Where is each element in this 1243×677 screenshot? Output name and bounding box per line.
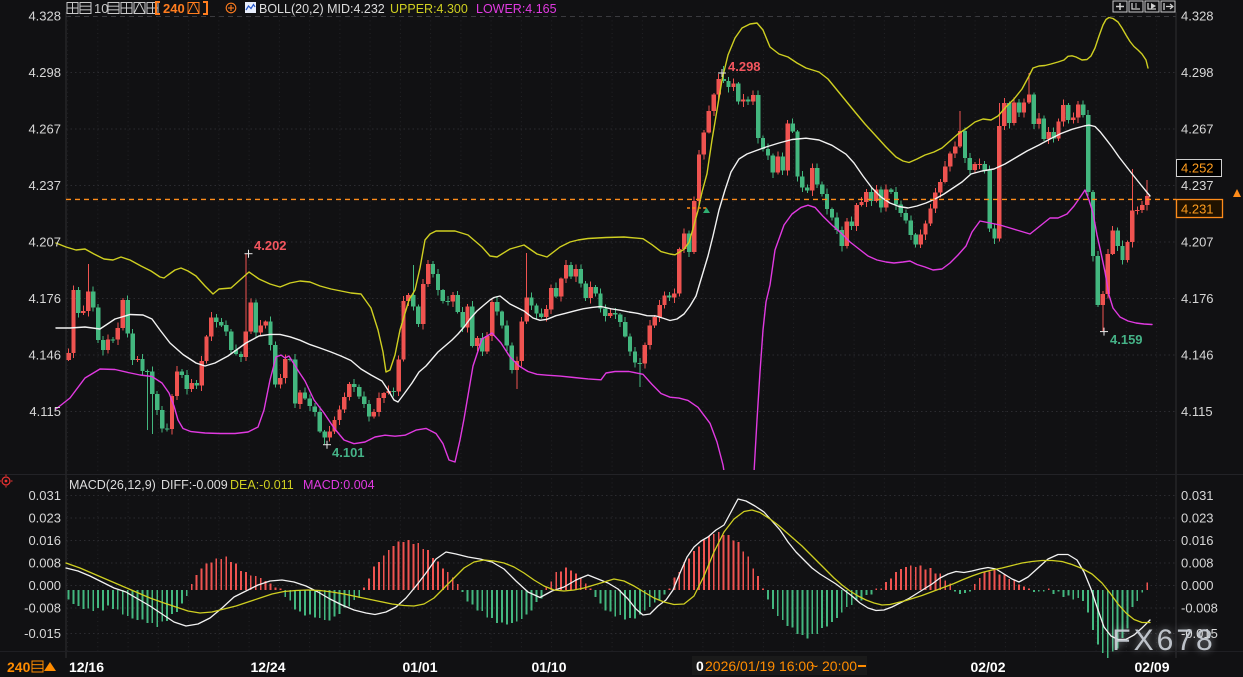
svg-text:02/02: 02/02	[970, 659, 1005, 675]
svg-text:4.298: 4.298	[728, 59, 761, 74]
svg-text:4.298: 4.298	[28, 65, 61, 80]
svg-text:12/16: 12/16	[69, 659, 104, 675]
svg-text:4.237: 4.237	[28, 178, 61, 193]
svg-text:4.267: 4.267	[28, 122, 61, 137]
svg-text:0.016: 0.016	[1181, 533, 1214, 548]
svg-text:MACD:0.004: MACD:0.004	[303, 478, 375, 492]
svg-text:4.202: 4.202	[254, 238, 287, 253]
svg-text:DEA:-0.011: DEA:-0.011	[230, 478, 294, 492]
svg-text:UPPER:4.300: UPPER:4.300	[390, 2, 468, 16]
svg-text:4.159: 4.159	[1110, 332, 1143, 347]
svg-text:~: ~	[810, 658, 818, 674]
svg-text:0.031: 0.031	[28, 488, 61, 503]
svg-text:4.176: 4.176	[28, 291, 61, 306]
svg-text:4.101: 4.101	[332, 445, 365, 460]
svg-text:01/10: 01/10	[531, 659, 566, 675]
svg-text:-0.008: -0.008	[24, 601, 61, 616]
svg-text:4.267: 4.267	[1181, 122, 1214, 137]
svg-text:0.000: 0.000	[28, 578, 61, 593]
svg-text:0.008: 0.008	[1181, 556, 1214, 571]
svg-text:LOWER:4.165: LOWER:4.165	[476, 2, 557, 16]
svg-text:4.146: 4.146	[1181, 348, 1214, 363]
svg-text:0: 0	[696, 658, 704, 674]
svg-text:10: 10	[94, 1, 108, 16]
svg-text:0.031: 0.031	[1181, 488, 1214, 503]
svg-text:01/01: 01/01	[402, 659, 437, 675]
svg-text:4.115: 4.115	[29, 404, 61, 419]
svg-text:-0.008: -0.008	[1181, 601, 1218, 616]
svg-text:4.237: 4.237	[1181, 178, 1214, 193]
svg-text:4.115: 4.115	[1181, 404, 1213, 419]
svg-text:4.231: 4.231	[1181, 202, 1214, 217]
svg-text:FX678: FX678	[1112, 624, 1215, 657]
svg-text:2026/01/19 16:00: 2026/01/19 16:00	[705, 658, 814, 674]
svg-text:-0.015: -0.015	[24, 626, 61, 641]
svg-text:MACD(26,12,9): MACD(26,12,9)	[69, 478, 156, 492]
svg-text:DIFF:-0.009: DIFF:-0.009	[161, 478, 228, 492]
svg-text:0.023: 0.023	[1181, 511, 1214, 526]
svg-text:0.023: 0.023	[28, 511, 61, 526]
svg-text:4.176: 4.176	[1181, 291, 1214, 306]
svg-text:20:00: 20:00	[822, 658, 857, 674]
svg-text:0.008: 0.008	[28, 556, 61, 571]
svg-text:12/24: 12/24	[250, 659, 285, 675]
svg-text:4.207: 4.207	[28, 235, 61, 250]
svg-text:02/09: 02/09	[1134, 659, 1169, 675]
svg-text:4.298: 4.298	[1181, 65, 1214, 80]
svg-text:4.328: 4.328	[1181, 9, 1214, 24]
svg-text:4.328: 4.328	[28, 9, 61, 24]
svg-text:240: 240	[7, 659, 31, 675]
svg-text:BOLL(20,2) MID:4.232: BOLL(20,2) MID:4.232	[259, 2, 385, 16]
svg-text:4.252: 4.252	[1181, 161, 1214, 176]
svg-text:240: 240	[163, 1, 185, 16]
svg-text:0.000: 0.000	[1181, 578, 1214, 593]
svg-text:0.016: 0.016	[28, 533, 61, 548]
svg-text:4.146: 4.146	[28, 348, 61, 363]
svg-text:4.207: 4.207	[1181, 235, 1214, 250]
